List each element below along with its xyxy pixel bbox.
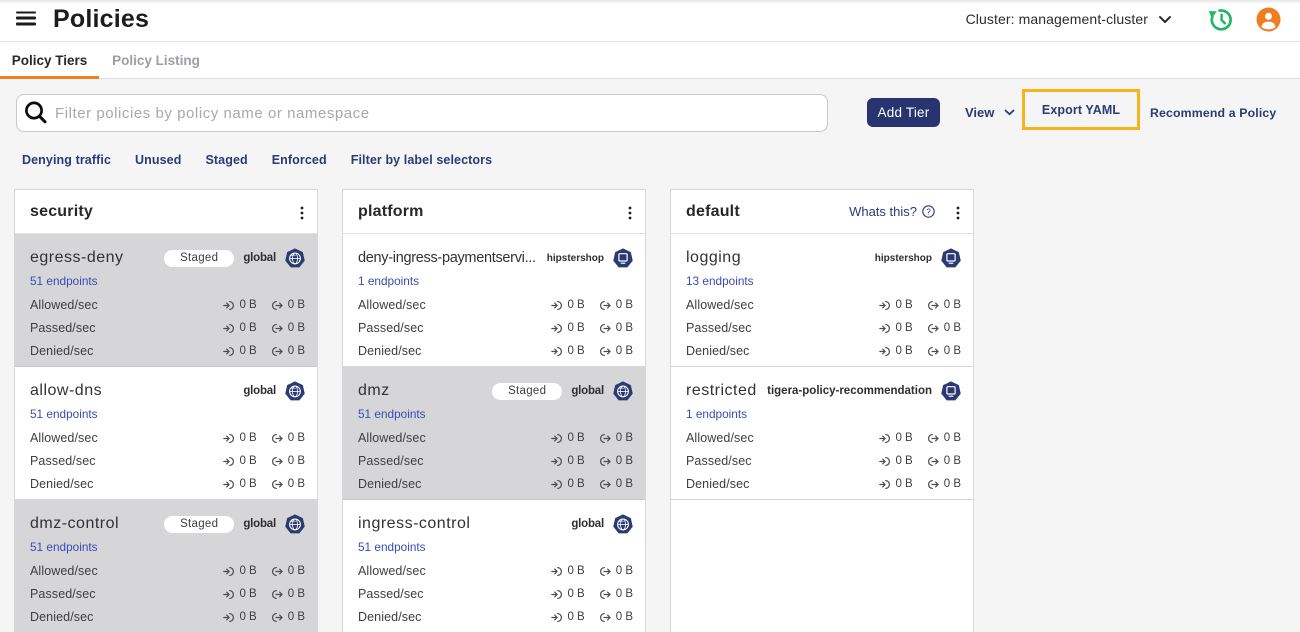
svg-text:?: ? (926, 207, 931, 216)
